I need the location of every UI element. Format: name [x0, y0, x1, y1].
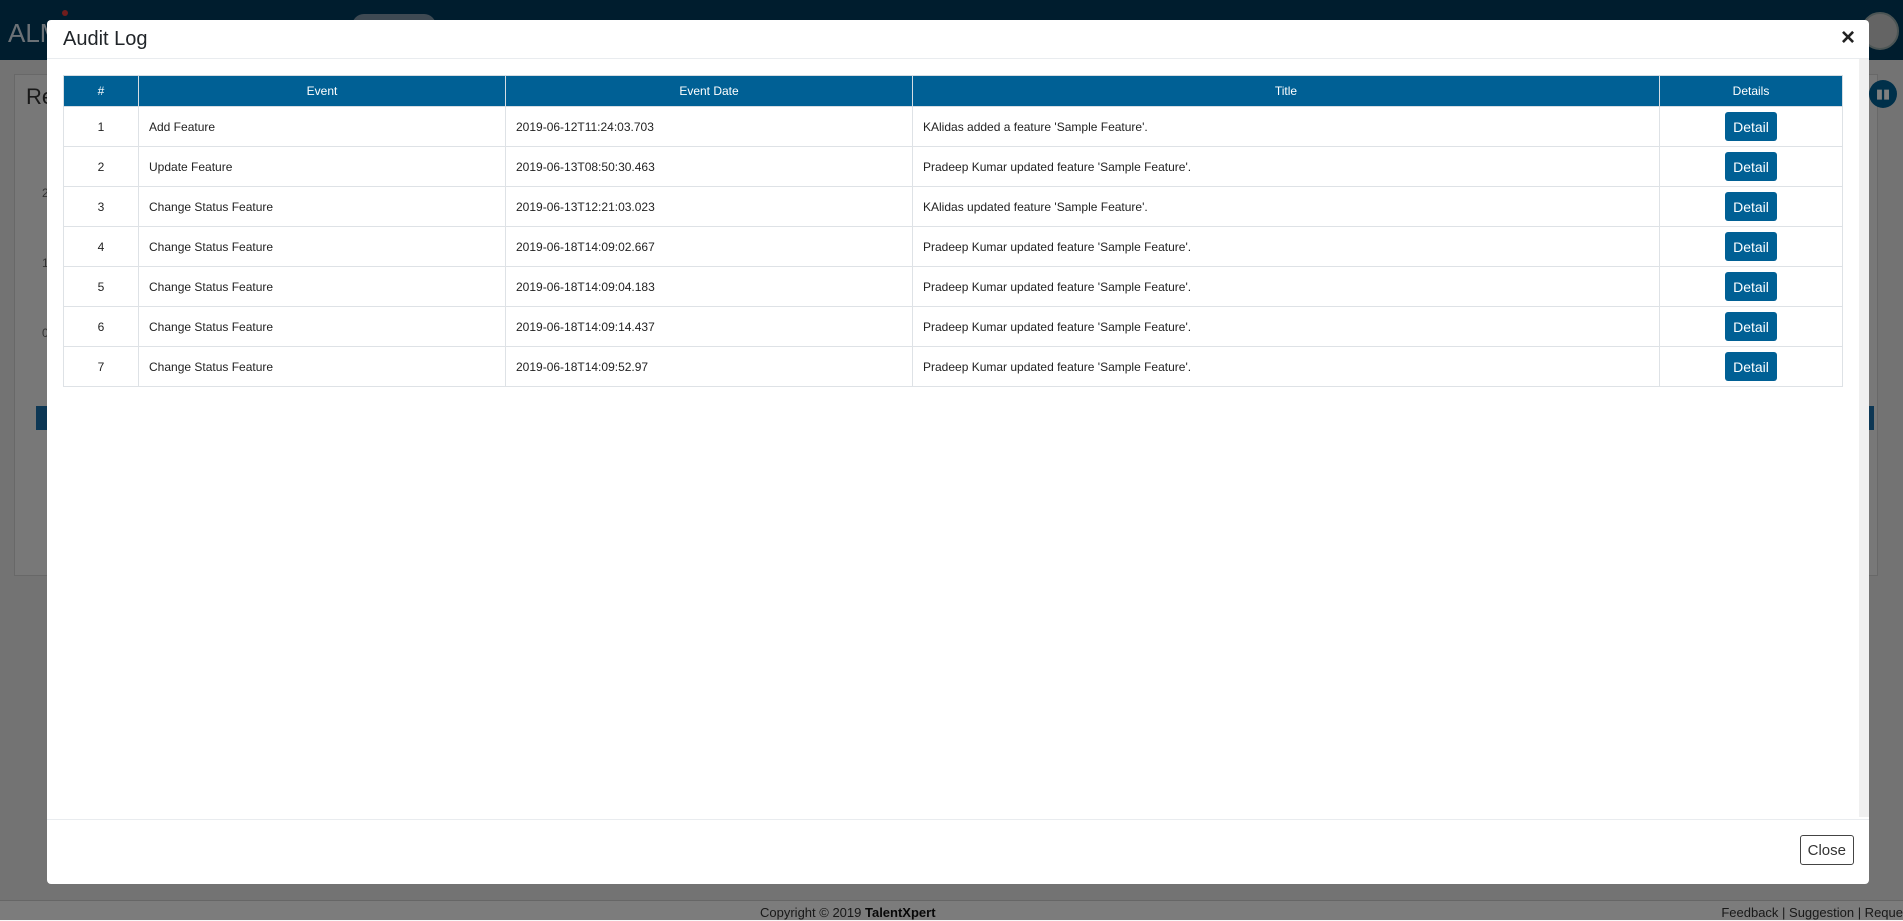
- cell-event-date: 2019-06-18T14:09:14.437: [505, 306, 913, 347]
- cell-details: Detail: [1659, 306, 1843, 347]
- modal-footer: Close: [47, 819, 1869, 884]
- cell-event-date: 2019-06-18T14:09:02.667: [505, 226, 913, 267]
- column-header-details: Details: [1659, 75, 1843, 107]
- cell-details: Detail: [1659, 266, 1843, 307]
- cell-title: Pradeep Kumar updated feature 'Sample Fe…: [912, 226, 1660, 267]
- table-row: 2 Update Feature 2019-06-13T08:50:30.463…: [63, 146, 1843, 187]
- table-row: 6 Change Status Feature 2019-06-18T14:09…: [63, 306, 1843, 347]
- detail-button[interactable]: Detail: [1725, 192, 1777, 221]
- cell-title: Pradeep Kumar updated feature 'Sample Fe…: [912, 306, 1660, 347]
- modal-scrollbar[interactable]: [1859, 59, 1869, 817]
- cell-details: Detail: [1659, 226, 1843, 267]
- cell-title: KAlidas added a feature 'Sample Feature'…: [912, 106, 1660, 147]
- cell-title: Pradeep Kumar updated feature 'Sample Fe…: [912, 266, 1660, 307]
- cell-details: Detail: [1659, 186, 1843, 227]
- column-header-event: Event: [138, 75, 506, 107]
- cell-event: Change Status Feature: [138, 186, 506, 227]
- cell-number: 5: [63, 266, 139, 307]
- audit-log-modal: Audit Log × # Event Event Date Title Det…: [47, 20, 1869, 884]
- audit-log-table: # Event Event Date Title Details 1 Add F…: [63, 75, 1843, 387]
- detail-button[interactable]: Detail: [1725, 312, 1777, 341]
- table-row: 7 Change Status Feature 2019-06-18T14:09…: [63, 346, 1843, 387]
- table-row: 1 Add Feature 2019-06-12T11:24:03.703 KA…: [63, 106, 1843, 147]
- cell-event: Change Status Feature: [138, 226, 506, 267]
- cell-details: Detail: [1659, 146, 1843, 187]
- detail-button[interactable]: Detail: [1725, 272, 1777, 301]
- modal-header: Audit Log ×: [47, 20, 1869, 59]
- cell-event-date: 2019-06-12T11:24:03.703: [505, 106, 913, 147]
- column-header-event-date: Event Date: [505, 75, 913, 107]
- detail-button[interactable]: Detail: [1725, 112, 1777, 141]
- table-row: 4 Change Status Feature 2019-06-18T14:09…: [63, 226, 1843, 267]
- cell-event: Change Status Feature: [138, 306, 506, 347]
- cell-number: 2: [63, 146, 139, 187]
- table-row: 3 Change Status Feature 2019-06-13T12:21…: [63, 186, 1843, 227]
- cell-details: Detail: [1659, 106, 1843, 147]
- cell-title: Pradeep Kumar updated feature 'Sample Fe…: [912, 146, 1660, 187]
- close-button[interactable]: Close: [1799, 835, 1854, 865]
- modal-body: # Event Event Date Title Details 1 Add F…: [47, 59, 1869, 817]
- cell-details: Detail: [1659, 346, 1843, 387]
- column-header-number: #: [63, 75, 139, 107]
- cell-event: Change Status Feature: [138, 346, 506, 387]
- cell-event: Change Status Feature: [138, 266, 506, 307]
- detail-button[interactable]: Detail: [1725, 152, 1777, 181]
- table-header-row: # Event Event Date Title Details: [63, 75, 1843, 107]
- cell-event-date: 2019-06-13T12:21:03.023: [505, 186, 913, 227]
- column-header-title: Title: [912, 75, 1660, 107]
- cell-event-date: 2019-06-18T14:09:52.97: [505, 346, 913, 387]
- cell-event: Add Feature: [138, 106, 506, 147]
- cell-number: 1: [63, 106, 139, 147]
- detail-button[interactable]: Detail: [1725, 352, 1777, 381]
- table-row: 5 Change Status Feature 2019-06-18T14:09…: [63, 266, 1843, 307]
- modal-title: Audit Log: [63, 28, 148, 50]
- cell-event: Update Feature: [138, 146, 506, 187]
- cell-event-date: 2019-06-13T08:50:30.463: [505, 146, 913, 187]
- cell-event-date: 2019-06-18T14:09:04.183: [505, 266, 913, 307]
- cell-title: KAlidas updated feature 'Sample Feature'…: [912, 186, 1660, 227]
- cell-number: 3: [63, 186, 139, 227]
- cell-number: 4: [63, 226, 139, 267]
- close-icon[interactable]: ×: [1841, 26, 1855, 50]
- cell-number: 6: [63, 306, 139, 347]
- detail-button[interactable]: Detail: [1725, 232, 1777, 261]
- cell-number: 7: [63, 346, 139, 387]
- cell-title: Pradeep Kumar updated feature 'Sample Fe…: [912, 346, 1660, 387]
